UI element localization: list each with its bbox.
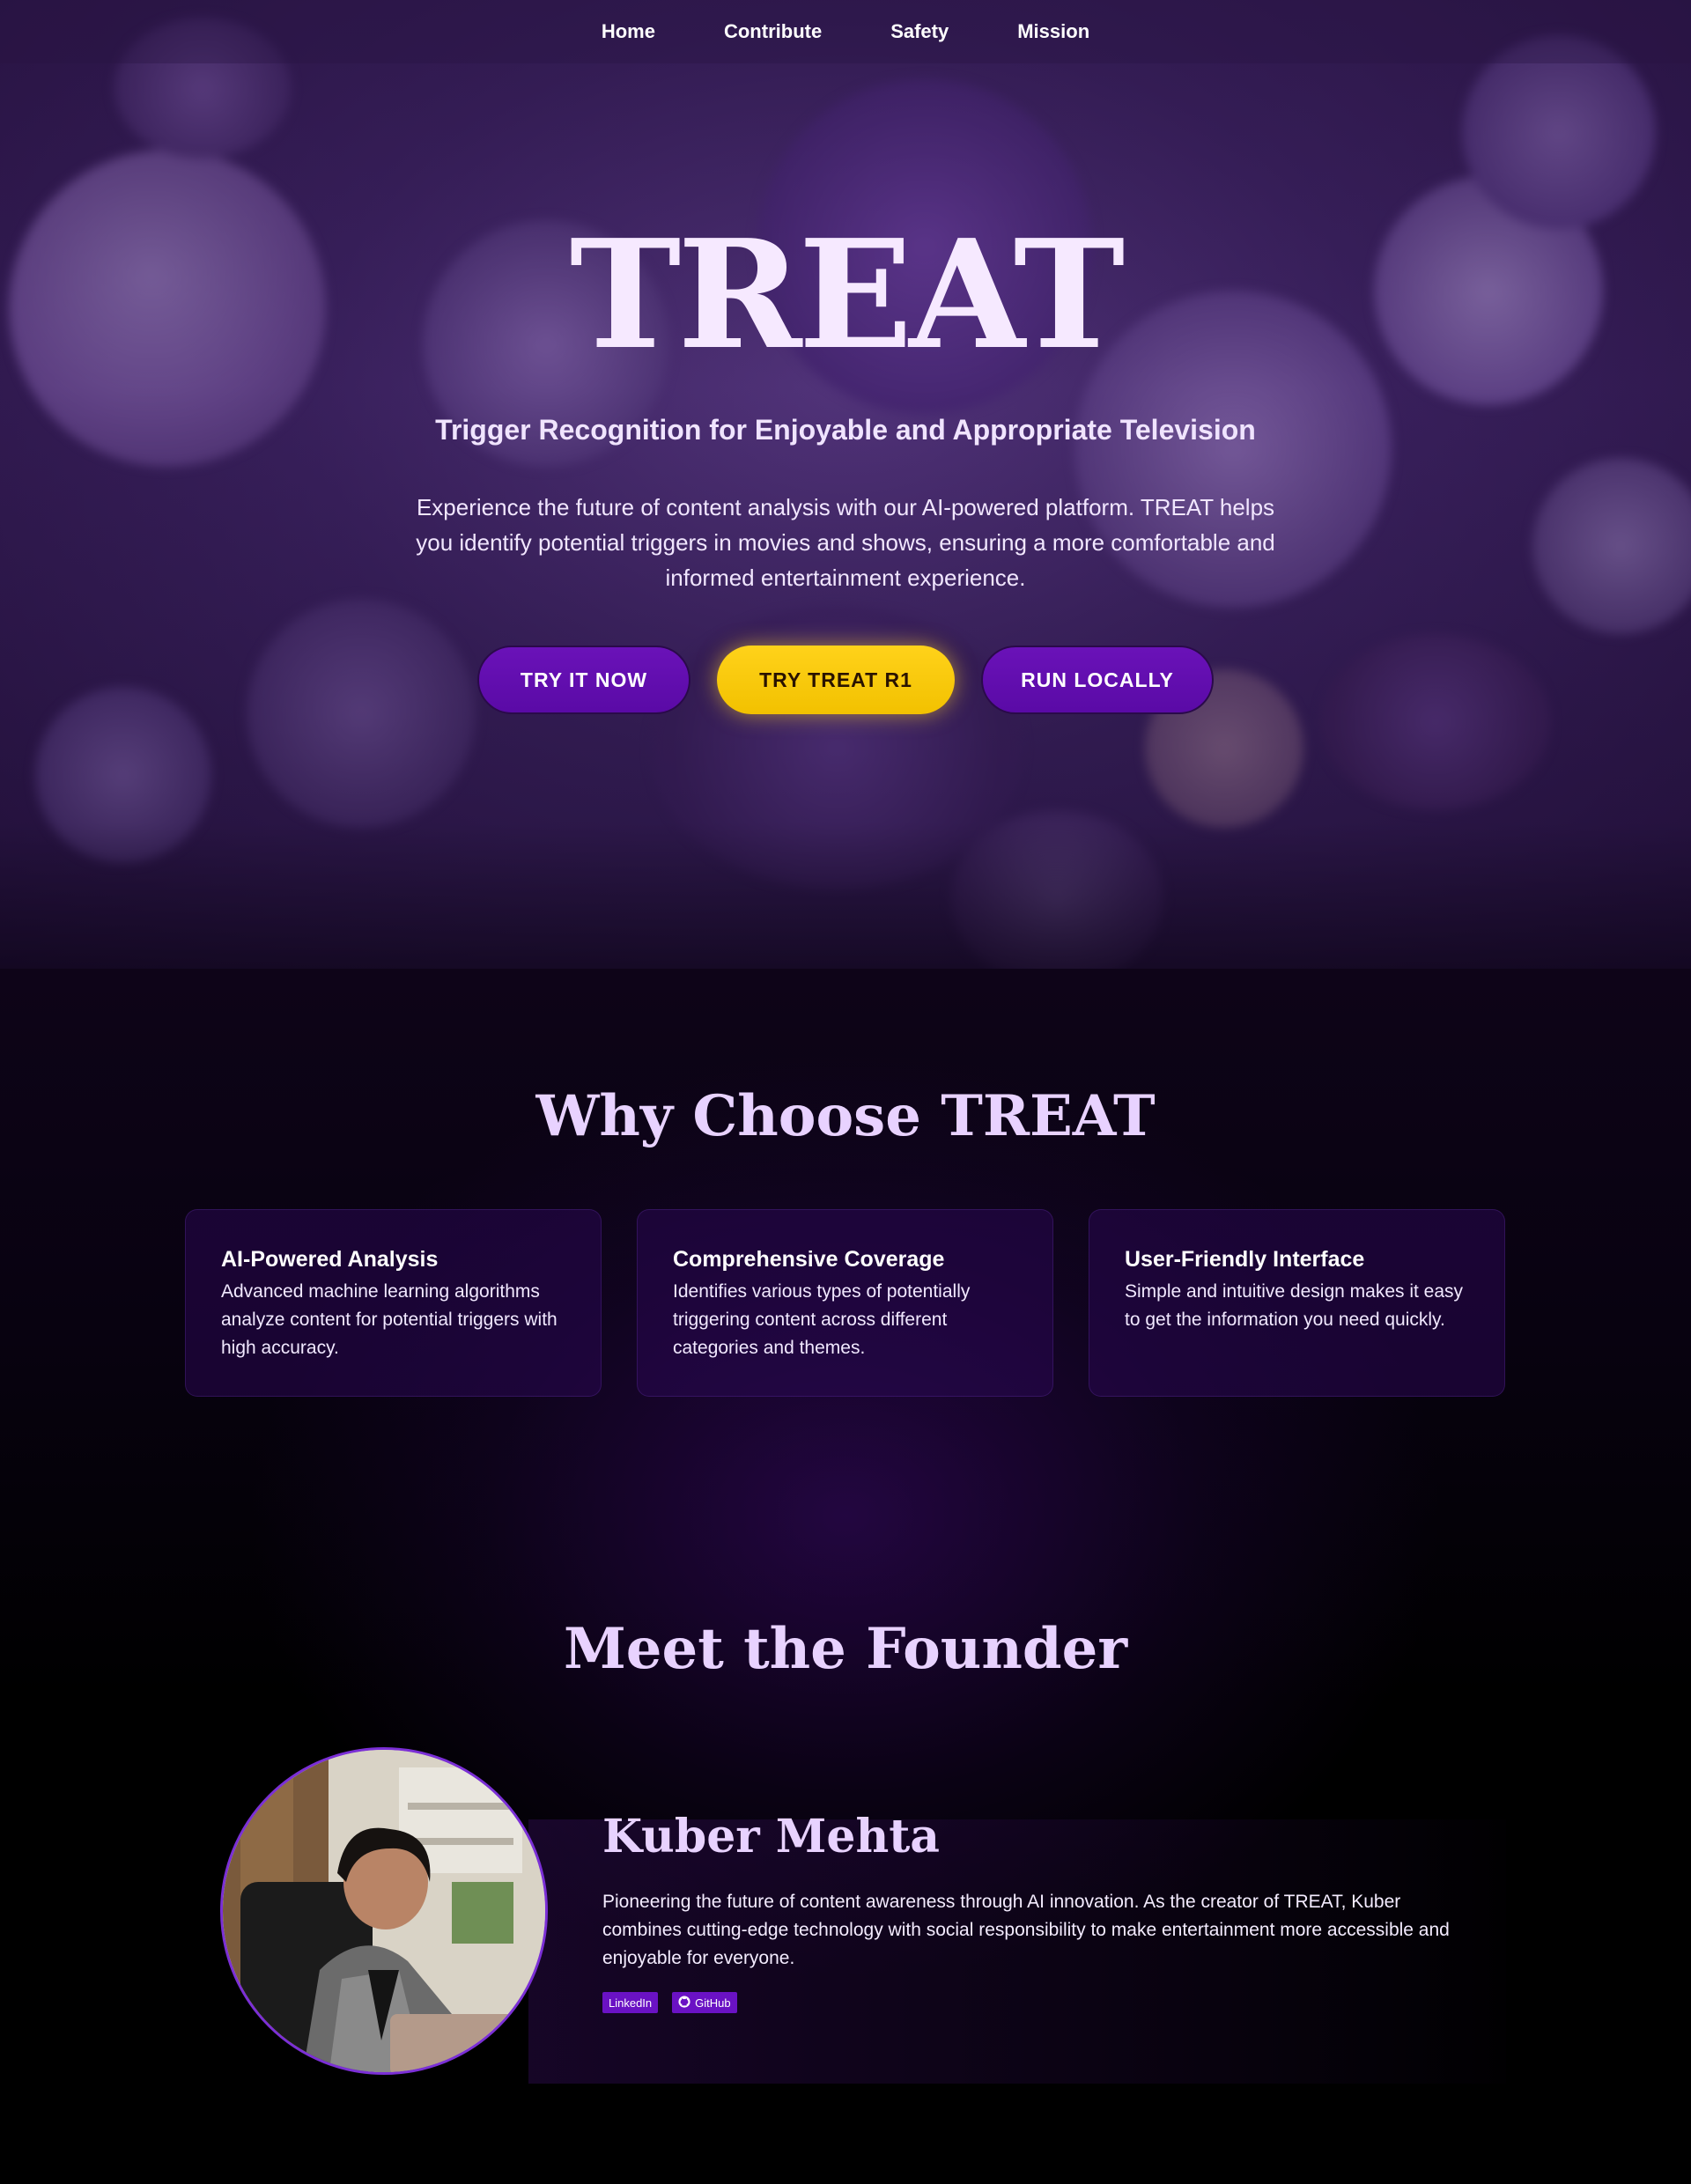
meet-founder-title: Meet the Founder [563,1616,1128,1682]
feature-card-interface: User-Friendly Interface Simple and intui… [1089,1209,1505,1397]
hero-subtitle: Trigger Recognition for Enjoyable and Ap… [435,414,1256,446]
linkedin-link[interactable]: LinkedIn [602,1992,659,2013]
founder-bio: Pioneering the future of content awarene… [602,1892,1450,1968]
feature-card-coverage: Comprehensive Coverage Identifies variou… [637,1209,1053,1397]
nav-home[interactable]: Home [602,20,655,43]
nav-mission[interactable]: Mission [1017,20,1089,43]
linkedin-label: LinkedIn [609,1996,653,2010]
feature-card-text: Advanced machine learning algorithms ana… [221,1281,558,1358]
feature-card-title: Comprehensive Coverage [673,1247,945,1272]
hero-cta-group: TRY IT NOW TRY TREAT R1 RUN LOCALLY [0,646,1691,714]
run-locally-button[interactable]: RUN LOCALLY [981,646,1214,714]
feature-cards: AI-Powered Analysis Advanced machine lea… [185,1209,1506,1397]
hero-title: TREAT [569,207,1125,383]
hero-overlay [0,0,1691,969]
github-label: GitHub [695,1996,731,2010]
founder-avatar [220,1747,548,2075]
nav-safety[interactable]: Safety [890,20,949,43]
hero-section: Home Contribute Safety Mission TREAT Tri… [0,0,1691,969]
why-choose-title: Why Choose TREAT [535,1083,1156,1149]
founder-name: Kuber Mehta [602,1810,940,1863]
feature-card-text: Identifies various types of potentially … [673,1281,971,1358]
try-it-now-button[interactable]: TRY IT NOW [477,646,690,714]
github-icon [678,1995,690,2011]
founder-social-links: LinkedIn GitHub [602,1992,737,2013]
feature-card-title: AI-Powered Analysis [221,1247,439,1272]
feature-card-title: User-Friendly Interface [1125,1247,1365,1272]
nav-contribute[interactable]: Contribute [724,20,822,43]
founder-photo [223,1750,545,2072]
features-section: Why Choose TREAT AI-Powered Analysis Adv… [0,969,1691,2184]
feature-card-ai-analysis: AI-Powered Analysis Advanced machine lea… [185,1209,602,1397]
feature-card-text: Simple and intuitive design makes it eas… [1125,1281,1464,1330]
try-treat-r1-button[interactable]: TRY TREAT R1 [717,646,955,714]
top-nav: Home Contribute Safety Mission [0,0,1691,63]
github-link[interactable]: GitHub [672,1992,737,2013]
hero-description: Experience the future of content analysi… [416,494,1275,591]
